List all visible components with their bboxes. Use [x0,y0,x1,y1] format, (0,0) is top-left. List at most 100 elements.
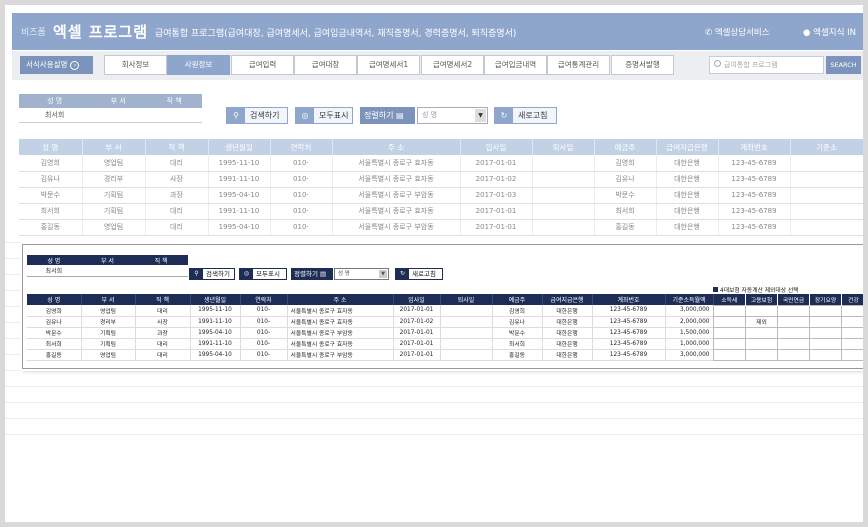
table-cell[interactable]: 2017-01-02 [460,171,533,188]
table-cell[interactable] [809,348,842,361]
table-cell[interactable]: 서울특별시 종로구 효자동 [332,155,461,172]
table-cell[interactable]: 2017-01-02 [393,316,441,328]
column-header[interactable]: 건강 [841,294,863,305]
table-cell[interactable]: 2017-01-01 [460,219,533,236]
table-cell[interactable]: 서울특별시 종로구 부암동 [287,349,394,361]
insurance-row[interactable] [713,326,863,339]
table-cell[interactable]: 대리 [135,349,191,361]
tab-1[interactable]: 회사정보 [104,55,167,75]
column-header[interactable]: 연락처 [270,139,333,155]
table-cell[interactable]: 010- [240,316,288,328]
table-cell[interactable] [841,326,863,339]
table-cell[interactable] [841,304,863,317]
table-cell[interactable]: 2017-01-01 [393,327,441,339]
table-cell[interactable] [440,338,493,350]
table-cell[interactable]: 1991-11-10 [190,338,241,350]
column-header[interactable]: 입사일 [393,294,441,305]
table-cell[interactable]: 과장 [145,187,209,204]
column-header[interactable]: 퇴사일 [532,139,595,155]
table-cell[interactable]: 123-45-6789 [718,187,791,204]
table-cell[interactable] [841,348,863,361]
table-cell[interactable]: 123-45-6789 [592,305,666,317]
table-cell[interactable]: 123-45-6789 [592,316,666,328]
table-cell[interactable]: 1991-11-10 [208,203,271,220]
sort-select[interactable]: 성 명 ▼ [417,107,488,124]
knowledge-in-link[interactable]: ● 엑셀지식 IN [803,26,856,38]
table-cell[interactable]: 123-45-6789 [592,327,666,339]
table-cell[interactable]: 김유나 [492,316,543,328]
table-cell[interactable]: 대리 [135,305,191,317]
table-cell[interactable]: 010- [270,203,333,220]
table-cell[interactable]: 김영희 [492,305,543,317]
table-cell[interactable]: 010- [270,219,333,236]
tab-3[interactable]: 급여입력 [231,55,294,75]
column-header[interactable]: 생년월일 [208,139,271,155]
table-cell[interactable] [841,337,863,350]
table-cell[interactable]: 서울특별시 종로구 부암동 [287,327,394,339]
table-cell[interactable]: 대한은행 [542,316,593,328]
table-cell[interactable]: 기획팀 [82,203,146,220]
table-row[interactable]: 홍길동 영업팀 대리 1995-04-10 010- 서울특별시 종로구 부암동 2017-… [19,219,863,236]
table-cell[interactable]: 1,000,000 [665,338,714,350]
table-cell[interactable]: 010- [240,338,288,350]
table-cell[interactable]: 010- [240,327,288,339]
table-cell[interactable] [777,304,810,317]
table-cell[interactable]: 2017-01-01 [460,155,533,172]
table-cell[interactable] [809,337,842,350]
column-header[interactable]: 성 명 [27,294,82,305]
table-cell[interactable]: 010- [270,155,333,172]
tab-2[interactable]: 사원정보 [167,55,230,75]
table-cell[interactable]: 제외 [745,315,778,328]
table-cell[interactable]: 김유나 [19,171,83,188]
column-header[interactable]: 급여지급은행 [656,139,719,155]
filter-dept-input[interactable] [90,108,147,123]
search-input[interactable]: 급여통합 프로그램 [709,56,824,74]
table-cell[interactable] [713,326,746,339]
column-header[interactable]: 기준소 [790,139,863,155]
table-cell[interactable]: 대한은행 [542,349,593,361]
table-cell[interactable]: 1995-04-10 [208,187,271,204]
table-cell[interactable] [777,348,810,361]
table-cell[interactable]: 서울특별시 종로구 부암동 [332,219,461,236]
column-header[interactable]: 계좌번호 [718,139,791,155]
table-cell[interactable]: 1991-11-10 [190,316,241,328]
table-cell[interactable]: 기획팀 [82,187,146,204]
column-header[interactable]: 주 소 [287,294,394,305]
table-cell[interactable]: 대리 [135,338,191,350]
column-header[interactable]: 부 서 [81,294,136,305]
table-cell[interactable]: 김유나 [27,316,82,328]
table-cell[interactable]: 2017-01-01 [460,203,533,220]
table-cell[interactable]: 서울특별시 종로구 효자동 [287,305,394,317]
tab-5[interactable]: 급여명세서1 [357,55,420,75]
table-cell[interactable]: 대리 [145,155,209,172]
table-cell[interactable]: 1995-11-10 [190,305,241,317]
insurance-row[interactable] [713,304,863,317]
table-cell[interactable]: 010- [270,171,333,188]
column-header[interactable]: 퇴사일 [440,294,493,305]
column-header[interactable]: 급여지급은행 [542,294,593,305]
table-row[interactable]: 최서희 기획팀 대리 1991-11-10 010- 서울특별시 종로구 효자동 2017-… [19,203,863,220]
preview-refresh-button[interactable]: ↻ 새로고침 [395,268,443,280]
table-cell[interactable] [440,316,493,328]
table-cell[interactable] [790,171,863,188]
table-cell[interactable]: 1,500,000 [665,327,714,339]
table-row[interactable]: 김영희 영업팀 대리 1995-11-10 010- 서울특별시 종로구 효자동 2017-… [19,155,863,172]
preview-sort-button[interactable]: 정렬하기 ▤ [291,268,333,280]
table-cell[interactable]: 최서희 [492,338,543,350]
column-header[interactable]: 입사일 [460,139,533,155]
preview-show-all-button[interactable]: ◎ 모두표시 [239,268,287,280]
table-cell[interactable]: 경리부 [81,316,136,328]
table-cell[interactable]: 010- [240,305,288,317]
table-cell[interactable]: 1995-04-10 [208,219,271,236]
table-cell[interactable]: 최서희 [19,203,83,220]
table-cell[interactable]: 경리부 [82,171,146,188]
table-cell[interactable]: 서울특별시 종로구 효자동 [332,171,461,188]
table-cell[interactable] [777,315,810,328]
table-cell[interactable]: 최서희 [27,338,82,350]
table-cell[interactable]: 대리 [145,203,209,220]
table-cell[interactable]: 서울특별시 종로구 효자동 [287,338,394,350]
table-cell[interactable]: 대리 [145,219,209,236]
table-cell[interactable]: 홍길동 [19,219,83,236]
table-cell[interactable] [440,305,493,317]
table-cell[interactable]: 서울특별시 종로구 효자동 [287,316,394,328]
